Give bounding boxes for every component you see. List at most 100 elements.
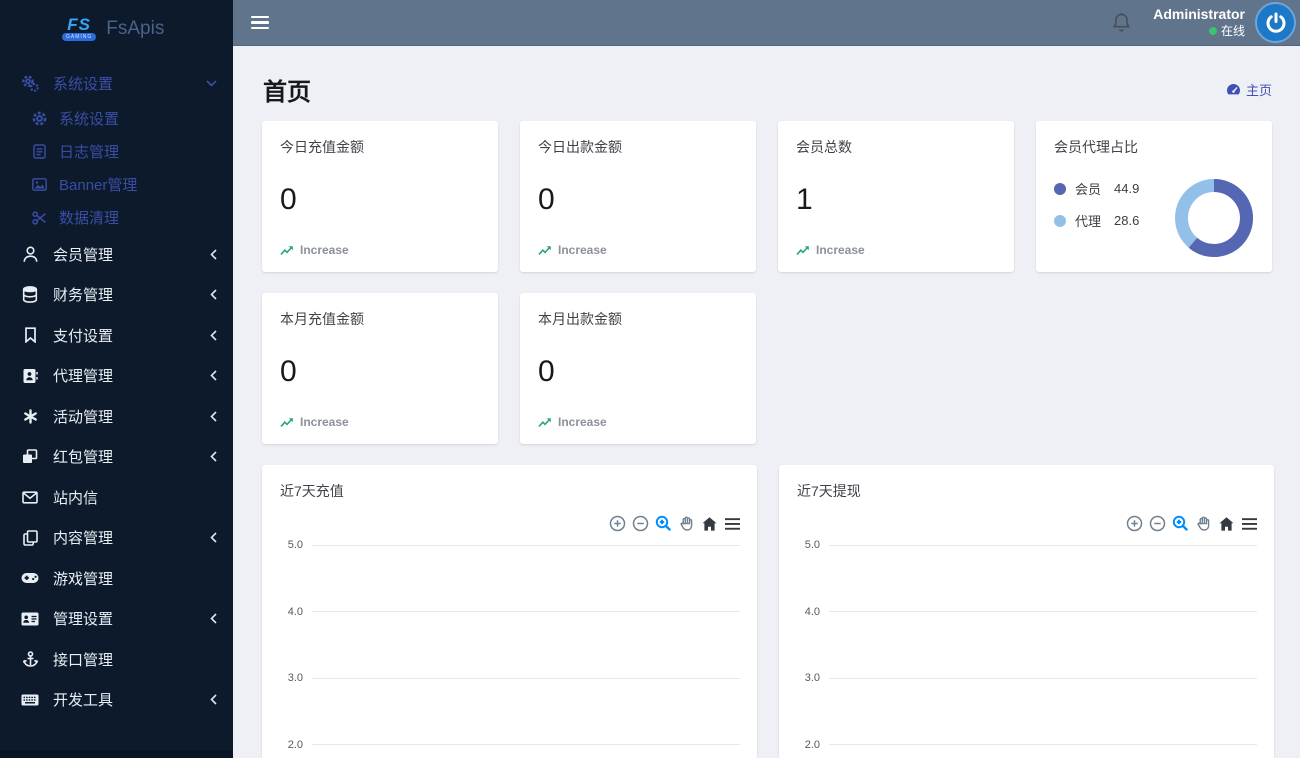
stat-card-today-deposit: 今日充值金额 0 Increase <box>262 121 498 272</box>
zoom-out-icon[interactable] <box>632 515 649 532</box>
sidebar-item-log-management[interactable]: 日志管理 <box>0 135 233 168</box>
selection-zoom-icon[interactable] <box>655 515 672 532</box>
sidebar-item-data-cleanup[interactable]: 数据清理 <box>0 201 233 234</box>
menu-icon[interactable] <box>1241 517 1258 531</box>
sidebar-toggle-button[interactable] <box>251 13 269 33</box>
stat-title: 今日充值金额 <box>280 139 364 155</box>
app-name: FsApis <box>106 18 165 39</box>
ytick-3: 3.0 <box>262 672 757 684</box>
ytick-5: 5.0 <box>779 539 1274 551</box>
sidebar-item-api-management[interactable]: 接口管理 <box>0 639 233 680</box>
stat-title: 本月充值金额 <box>280 311 364 327</box>
sidebar-item-label: 财务管理 <box>53 287 114 305</box>
stat-title: 会员总数 <box>796 139 852 155</box>
sidebar-item-agent-management[interactable]: 代理管理 <box>0 356 233 397</box>
sidebar-item-site-mail[interactable]: 站内信 <box>0 477 233 518</box>
zoom-in-icon[interactable] <box>1126 515 1143 532</box>
trend-up-icon <box>538 245 551 255</box>
donut-card-member-agent-ratio: 会员代理占比 会员 44.9 代理 28.6 <box>1036 121 1272 272</box>
sidebar-item-finance-management[interactable]: 财务管理 <box>0 275 233 316</box>
breadcrumb-label: 主页 <box>1245 83 1272 98</box>
cubes-icon <box>20 449 40 464</box>
online-status-dot <box>1208 26 1217 35</box>
chart-card-7day-withdraw: 近7天提现 5.0 4.0 3.0 2.0 <box>779 465 1274 758</box>
sidebar-item-activity-management[interactable]: 活动管理 <box>0 396 233 437</box>
fs-logo-icon: FS GAMING <box>62 15 97 41</box>
chart-toolbar <box>609 515 741 532</box>
chart-title: 近7天充值 <box>280 483 344 499</box>
online-status-label: 在线 <box>1220 24 1245 38</box>
sidebar-item-member-management[interactable]: 会员管理 <box>0 234 233 275</box>
stat-footer-label: Increase <box>300 415 349 429</box>
chevron-left-icon <box>210 613 217 624</box>
trend-up-icon <box>280 417 293 427</box>
zoom-in-icon[interactable] <box>609 515 626 532</box>
chevron-down-icon <box>206 79 217 87</box>
chevron-left-icon <box>210 532 217 543</box>
chevron-left-icon <box>210 330 217 341</box>
sidebar-item-content-management[interactable]: 内容管理 <box>0 518 233 559</box>
chart-title: 近7天提现 <box>797 483 861 499</box>
asterisk-icon <box>20 409 40 424</box>
sidebar-item-dev-tools[interactable]: 开发工具 <box>0 680 233 721</box>
legend-dot-member <box>1054 182 1066 195</box>
legend-item-member[interactable]: 会员 44.9 <box>1054 179 1139 198</box>
stat-value: 1 <box>796 183 813 216</box>
sidebar-item-label: 管理设置 <box>53 611 114 629</box>
sidebar-item-label: 活动管理 <box>53 408 114 426</box>
home-icon[interactable] <box>1218 516 1235 532</box>
sidebar-item-label: 数据清理 <box>59 210 120 227</box>
stat-value: 0 <box>280 183 297 216</box>
notifications-bell-icon[interactable] <box>1112 12 1131 33</box>
sidebar-item-label: 开发工具 <box>53 692 114 710</box>
ytick-4: 4.0 <box>262 606 757 618</box>
stat-footer-label: Increase <box>816 243 865 257</box>
sidebar-item-game-management[interactable]: 游戏管理 <box>0 558 233 599</box>
sidebar-item-label: 游戏管理 <box>53 570 114 588</box>
chevron-left-icon <box>210 249 217 260</box>
zoom-out-icon[interactable] <box>1149 515 1166 532</box>
avatar-power-button[interactable] <box>1255 2 1296 43</box>
page-title: 首页 <box>263 79 311 106</box>
ytick-2: 2.0 <box>779 739 1274 751</box>
logo-badge-text: GAMING <box>62 33 97 41</box>
trend-up-icon <box>280 245 293 255</box>
database-icon <box>20 286 40 304</box>
ytick-5: 5.0 <box>262 539 757 551</box>
home-icon[interactable] <box>701 516 718 532</box>
stat-card-month-withdraw: 本月出款金额 0 Increase <box>520 293 756 444</box>
ytick-3: 3.0 <box>779 672 1274 684</box>
donut-chart[interactable] <box>1169 173 1259 263</box>
user-block[interactable]: Administrator 在线 <box>1153 6 1245 39</box>
sidebar-item-label: 红包管理 <box>53 449 114 467</box>
copy-icon <box>20 529 40 546</box>
legend-item-agent[interactable]: 代理 28.6 <box>1054 211 1139 230</box>
sidebar-item-system-settings-group[interactable]: 系统设置 <box>0 64 233 102</box>
id-card-icon <box>20 612 40 626</box>
sidebar-item-admin-settings[interactable]: 管理设置 <box>0 599 233 640</box>
menu-icon[interactable] <box>724 517 741 531</box>
gamepad-icon <box>20 572 40 584</box>
stat-card-month-deposit: 本月充值金额 0 Increase <box>262 293 498 444</box>
pan-icon[interactable] <box>1195 515 1212 532</box>
sidebar-item-label: 会员管理 <box>53 246 114 264</box>
sidebar-item-label: 内容管理 <box>53 530 114 548</box>
selection-zoom-icon[interactable] <box>1172 515 1189 532</box>
sidebar-item-redpacket-management[interactable]: 红包管理 <box>0 437 233 478</box>
address-book-icon <box>20 368 40 384</box>
logo-text: FS <box>67 15 91 34</box>
stat-value: 0 <box>538 183 555 216</box>
brand[interactable]: FS GAMING FsApis <box>0 0 233 58</box>
topbar: Administrator 在线 <box>233 0 1300 46</box>
chevron-left-icon <box>210 411 217 422</box>
main-content: 首页 主页 今日充值金额 0 Increase 今日出款金额 0 Increas… <box>233 46 1300 758</box>
username: Administrator <box>1153 6 1245 22</box>
sidebar-item-system-settings[interactable]: 系统设置 <box>0 102 233 135</box>
pan-icon[interactable] <box>678 515 695 532</box>
sidebar-item-payment-settings[interactable]: 支付设置 <box>0 315 233 356</box>
stat-footer-label: Increase <box>300 243 349 257</box>
sidebar-item-banner-management[interactable]: Banner管理 <box>0 168 233 201</box>
breadcrumb[interactable]: 主页 <box>1226 80 1272 99</box>
trend-up-icon <box>538 417 551 427</box>
chevron-left-icon <box>210 451 217 462</box>
